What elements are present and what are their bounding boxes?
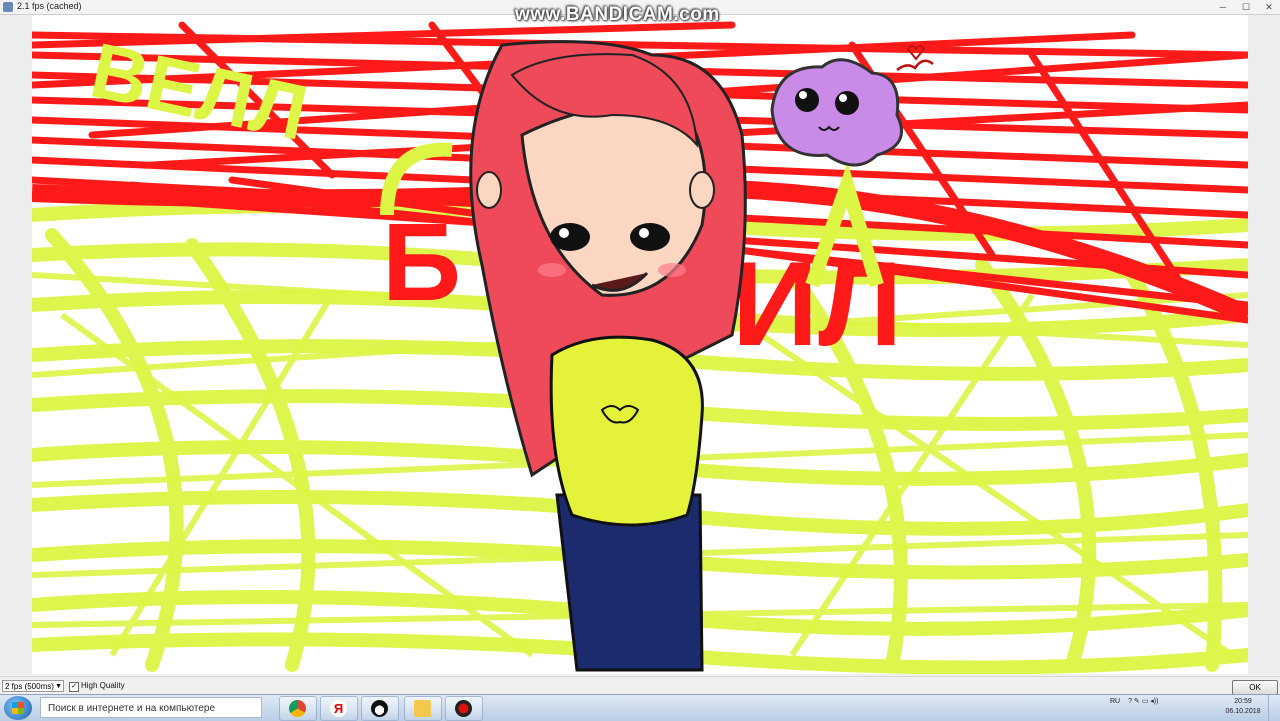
purple-blob-character [770, 45, 934, 167]
yandex-icon: Я [330, 700, 347, 717]
bandicam-watermark: www.BANDICAM.com [515, 4, 720, 25]
taskbar-app-chrome[interactable] [279, 696, 317, 721]
window-title: 2.1 fps (cached) [17, 1, 82, 11]
chevron-down-icon: ▼ [55, 683, 62, 690]
minimize-button[interactable]: ─ [1212, 1, 1234, 13]
close-button[interactable]: ✕ [1258, 1, 1280, 13]
taskbar-app-bandicam[interactable] [445, 696, 483, 721]
windows-taskbar: Поиск в интернете и на компьютере Я RU ?… [0, 694, 1280, 721]
yellow-text: ВЕЛЛ [83, 26, 314, 157]
taskbar-app-yandex[interactable]: Я [320, 696, 358, 721]
language-indicator[interactable]: RU [1110, 698, 1120, 705]
clock-time[interactable]: 20:59 [1226, 698, 1260, 705]
clock-date[interactable]: 06.10.2018 [1222, 708, 1264, 715]
system-tray: RU ? ✎ ▭ ◂)) [1110, 697, 1158, 705]
red-letter: Б [382, 201, 461, 324]
start-button[interactable] [4, 696, 32, 720]
preview-margin-right [1248, 15, 1280, 674]
tray-icons[interactable]: ? ✎ ▭ ◂)) [1128, 698, 1158, 705]
preview-canvas: ВЕЛЛ Б ИЛ [32, 15, 1248, 674]
drawing-artwork: ВЕЛЛ Б ИЛ [32, 21, 1248, 674]
preview-toolbar: 2 fps (500ms) ▼ ✓ High Quality OK [0, 676, 1280, 695]
ok-button[interactable]: OK [1232, 680, 1278, 695]
show-desktop-button[interactable] [1268, 695, 1280, 721]
high-quality-label: High Quality [81, 681, 125, 690]
high-quality-checkbox[interactable]: ✓ [69, 682, 79, 692]
chrome-icon [289, 700, 306, 717]
taskbar-search-input[interactable]: Поиск в интернете и на компьютере [40, 697, 262, 718]
fps-dropdown[interactable]: 2 fps (500ms) ▼ [2, 680, 64, 692]
folder-icon [414, 700, 431, 717]
record-icon [455, 700, 472, 717]
fps-value: 2 fps (500ms) [5, 682, 54, 691]
taskbar-app-explorer[interactable] [404, 696, 442, 721]
app-icon [3, 2, 13, 12]
windows-logo-icon [12, 702, 24, 714]
maximize-button[interactable]: ☐ [1235, 1, 1257, 13]
penguin-icon [371, 700, 388, 717]
taskbar-app-penguin[interactable] [361, 696, 399, 721]
preview-margin-left [0, 15, 32, 674]
